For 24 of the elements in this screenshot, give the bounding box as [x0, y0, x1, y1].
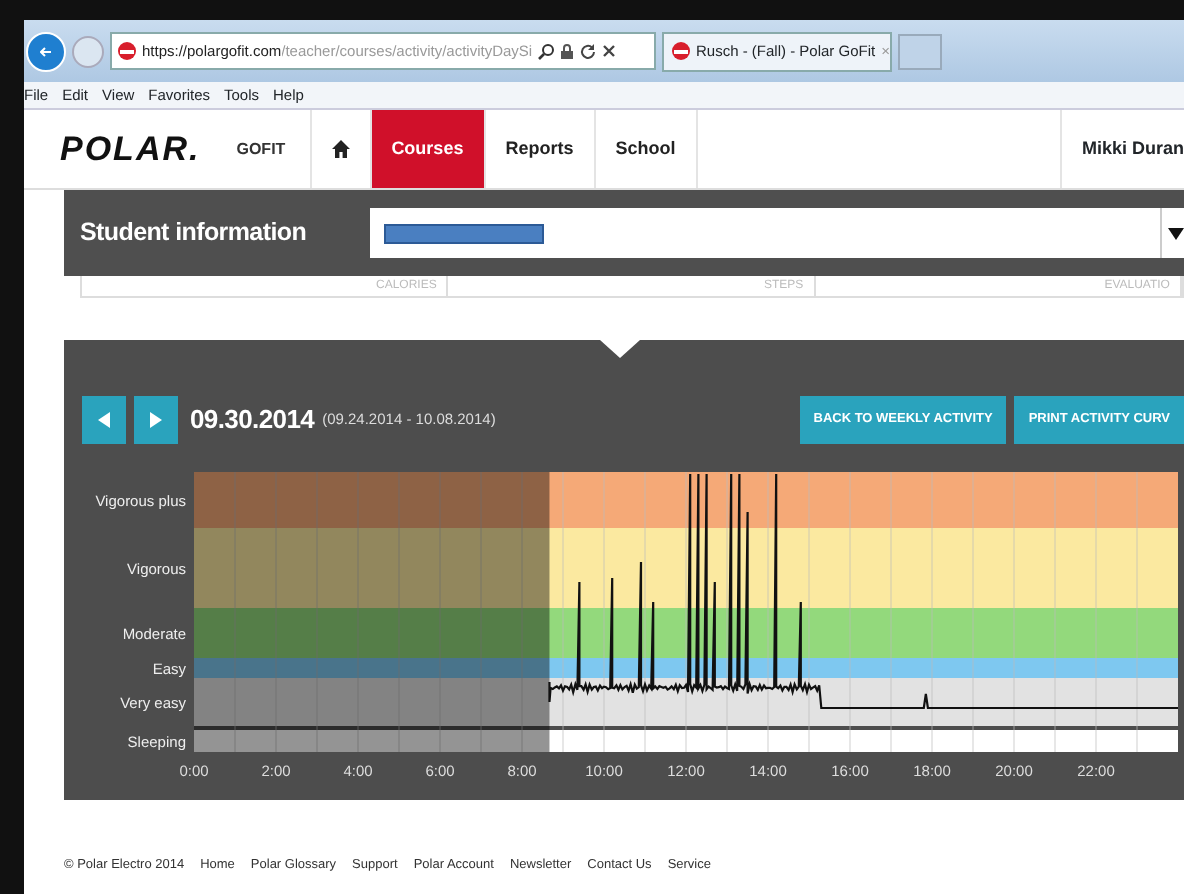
- caret-icon: [1168, 227, 1184, 239]
- product-name: GOFIT: [236, 137, 286, 161]
- site-favicon: [118, 42, 136, 60]
- refresh-icon[interactable]: [580, 43, 597, 59]
- right-triangle-icon: [150, 412, 162, 428]
- back-button[interactable]: [26, 31, 66, 71]
- lock-icon: [560, 43, 575, 59]
- next-day-button[interactable]: [134, 396, 178, 444]
- back-arrow-icon: [40, 41, 52, 61]
- pointer-notch: [600, 340, 640, 358]
- nav-tab[interactable]: School: [593, 110, 696, 188]
- home-icon: [331, 140, 350, 158]
- site-favicon: [672, 42, 690, 60]
- student-dropdown[interactable]: [370, 208, 1184, 258]
- nav-tab[interactable]: Reports: [483, 110, 594, 188]
- close-icon[interactable]: [602, 44, 617, 58]
- day-date: 09.30.2014: [190, 402, 315, 439]
- previous-day-button[interactable]: [82, 396, 126, 444]
- user-name[interactable]: Mikki Duran: [1059, 110, 1184, 188]
- logo: POLAR.: [60, 127, 201, 172]
- nav-tab[interactable]: Courses: [369, 110, 484, 188]
- section-title: Student information: [78, 216, 309, 251]
- search-icon[interactable]: [538, 43, 555, 59]
- left-triangle-icon: [98, 412, 110, 428]
